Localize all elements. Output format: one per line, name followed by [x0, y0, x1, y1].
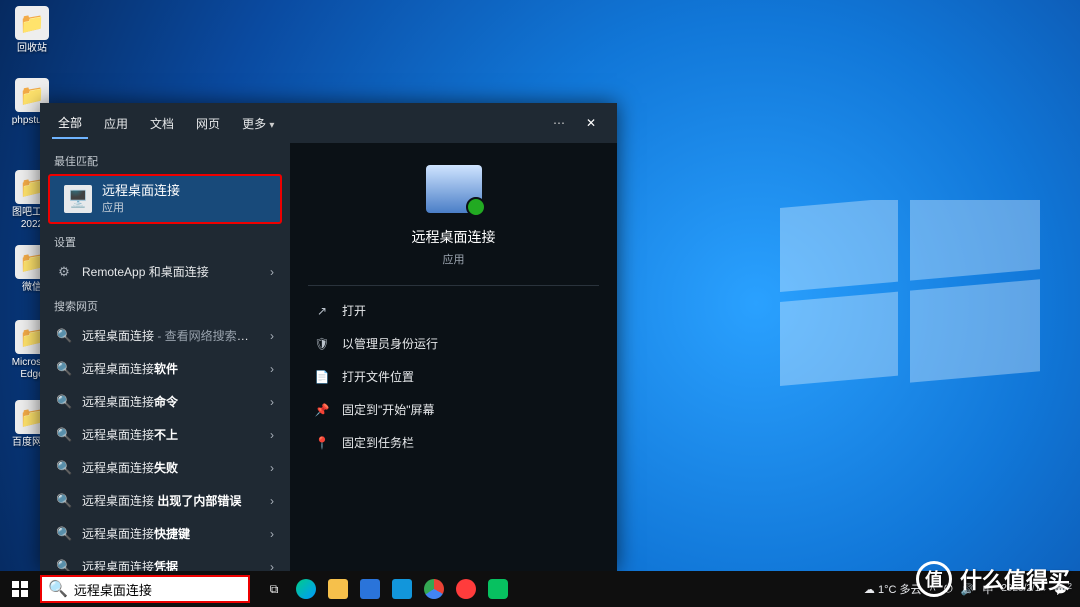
- search-input[interactable]: [74, 582, 250, 597]
- web-search-result[interactable]: 🔍 远程桌面连接 出现了内部错误 ›: [40, 484, 290, 517]
- settings-header: 设置: [40, 224, 290, 255]
- search-icon: 🔍: [56, 328, 72, 344]
- chevron-right-icon: ›: [270, 362, 274, 376]
- web-search-result[interactable]: 🔍 远程桌面连接命令 ›: [40, 385, 290, 418]
- result-label: 远程桌面连接 出现了内部错误: [82, 492, 260, 509]
- action-label: 以管理员身份运行: [342, 335, 438, 352]
- start-search-panel: 全部 应用 文档 网页 更多 ▾ ⋯ ✕ 最佳匹配 🖥️ 远程桌面连接 应用 设…: [40, 103, 617, 571]
- best-match-header: 最佳匹配: [40, 143, 290, 174]
- web-search-result[interactable]: 🔍 远程桌面连接不上 ›: [40, 418, 290, 451]
- web-search-result[interactable]: 🔍 远程桌面连接凭据 ›: [40, 550, 290, 571]
- action-label: 打开: [342, 302, 366, 319]
- chevron-right-icon: ›: [270, 329, 274, 343]
- preview-subtitle: 应用: [443, 251, 465, 267]
- search-icon: 🔍: [56, 394, 72, 410]
- preview-action[interactable]: ↗ 打开: [308, 294, 599, 327]
- app-icon: 📁: [15, 6, 49, 40]
- options-icon[interactable]: ⋯: [553, 116, 567, 130]
- best-match-subtitle: 应用: [102, 199, 180, 215]
- search-preview: 远程桌面连接 应用 ↗ 打开 🛡 以管理员身份运行 📄 打开文件位置 📌 固定到"开始"屏幕 📍…: [290, 143, 617, 571]
- preview-action[interactable]: 📍 固定到任务栏: [308, 426, 599, 459]
- browser-icon[interactable]: [450, 571, 482, 607]
- preview-title: 远程桌面连接: [412, 227, 496, 247]
- web-header: 搜索网页: [40, 288, 290, 319]
- web-search-result[interactable]: 🔍 远程桌面连接 - 查看网络搜索结果 ›: [40, 319, 290, 352]
- search-icon: 🔍: [56, 493, 72, 509]
- windows-logo-wallpaper: [780, 200, 1040, 390]
- web-search-result[interactable]: 🔍 远程桌面连接失败 ›: [40, 451, 290, 484]
- search-icon: 🔍: [56, 460, 72, 476]
- preview-action[interactable]: 📄 打开文件位置: [308, 360, 599, 393]
- web-search-result[interactable]: 🔍 远程桌面连接软件 ›: [40, 352, 290, 385]
- web-search-result[interactable]: 🔍 远程桌面连接快捷键 ›: [40, 517, 290, 550]
- watermark-icon: 值: [916, 561, 952, 597]
- search-tabs: 全部 应用 文档 网页 更多 ▾ ⋯ ✕: [40, 103, 617, 143]
- chrome-icon[interactable]: [418, 571, 450, 607]
- chevron-right-icon: ›: [270, 494, 274, 508]
- weather-widget[interactable]: ☁ 1°C 多云: [864, 581, 922, 597]
- best-match-title: 远程桌面连接: [102, 183, 180, 199]
- tab-web[interactable]: 网页: [190, 109, 226, 138]
- start-button[interactable]: [0, 571, 40, 607]
- action-label: 固定到"开始"屏幕: [342, 401, 435, 418]
- search-icon: 🔍: [56, 361, 72, 377]
- search-icon: 🔍: [56, 559, 72, 572]
- watermark: 值 什么值得买: [916, 561, 1070, 597]
- settings-result[interactable]: ⚙ RemoteApp 和桌面连接 ›: [40, 255, 290, 288]
- result-label: 远程桌面连接凭据: [82, 558, 260, 571]
- action-icon: 📄: [314, 370, 330, 384]
- best-match-result[interactable]: 🖥️ 远程桌面连接 应用: [48, 174, 282, 224]
- search-results-left: 最佳匹配 🖥️ 远程桌面连接 应用 设置 ⚙ RemoteApp 和桌面连接 › 搜…: [40, 143, 290, 571]
- action-icon: 🛡: [314, 337, 330, 351]
- chevron-right-icon: ›: [270, 395, 274, 409]
- edge-icon[interactable]: [290, 571, 322, 607]
- tab-documents[interactable]: 文档: [144, 109, 180, 138]
- desktop-icon[interactable]: 📁 回收站: [8, 6, 56, 55]
- close-icon[interactable]: ✕: [577, 109, 605, 137]
- chevron-right-icon: ›: [270, 527, 274, 541]
- search-icon: 🔍: [56, 526, 72, 542]
- desktop-icon-label: 回收站: [8, 43, 56, 55]
- preview-action[interactable]: 🛡 以管理员身份运行: [308, 327, 599, 360]
- chevron-right-icon: ›: [270, 560, 274, 572]
- action-label: 固定到任务栏: [342, 434, 414, 451]
- mail-icon[interactable]: [386, 571, 418, 607]
- tab-more[interactable]: 更多 ▾: [236, 109, 280, 138]
- preview-action[interactable]: 📌 固定到"开始"屏幕: [308, 393, 599, 426]
- result-label: 远程桌面连接快捷键: [82, 525, 260, 542]
- rdp-icon: 🖥️: [64, 185, 92, 213]
- search-icon: 🔍: [56, 427, 72, 443]
- result-label: 远程桌面连接不上: [82, 426, 260, 443]
- action-icon: 📍: [314, 436, 330, 450]
- task-view-icon[interactable]: ⧉: [258, 571, 290, 607]
- search-icon: 🔍: [48, 579, 68, 599]
- windows-start-icon: [12, 581, 28, 597]
- chevron-right-icon: ›: [270, 428, 274, 442]
- tab-all[interactable]: 全部: [52, 108, 88, 139]
- result-label: 远程桌面连接软件: [82, 360, 260, 377]
- divider: [308, 285, 599, 286]
- result-label: 远程桌面连接命令: [82, 393, 260, 410]
- action-icon: 📌: [314, 403, 330, 417]
- result-label: 远程桌面连接失败: [82, 459, 260, 476]
- action-label: 打开文件位置: [342, 368, 414, 385]
- chevron-right-icon: ›: [270, 265, 274, 279]
- result-label: RemoteApp 和桌面连接: [82, 263, 260, 280]
- taskbar-search-box[interactable]: 🔍: [40, 575, 250, 603]
- explorer-icon[interactable]: [322, 571, 354, 607]
- action-icon: ↗: [314, 304, 330, 318]
- result-label: 远程桌面连接 - 查看网络搜索结果: [82, 327, 260, 344]
- gear-icon: ⚙: [56, 264, 72, 280]
- chevron-right-icon: ›: [270, 461, 274, 475]
- watermark-text: 什么值得买: [960, 563, 1070, 595]
- preview-app-icon: [426, 165, 482, 213]
- tab-apps[interactable]: 应用: [98, 109, 134, 138]
- wechat-icon[interactable]: [482, 571, 514, 607]
- store-icon[interactable]: [354, 571, 386, 607]
